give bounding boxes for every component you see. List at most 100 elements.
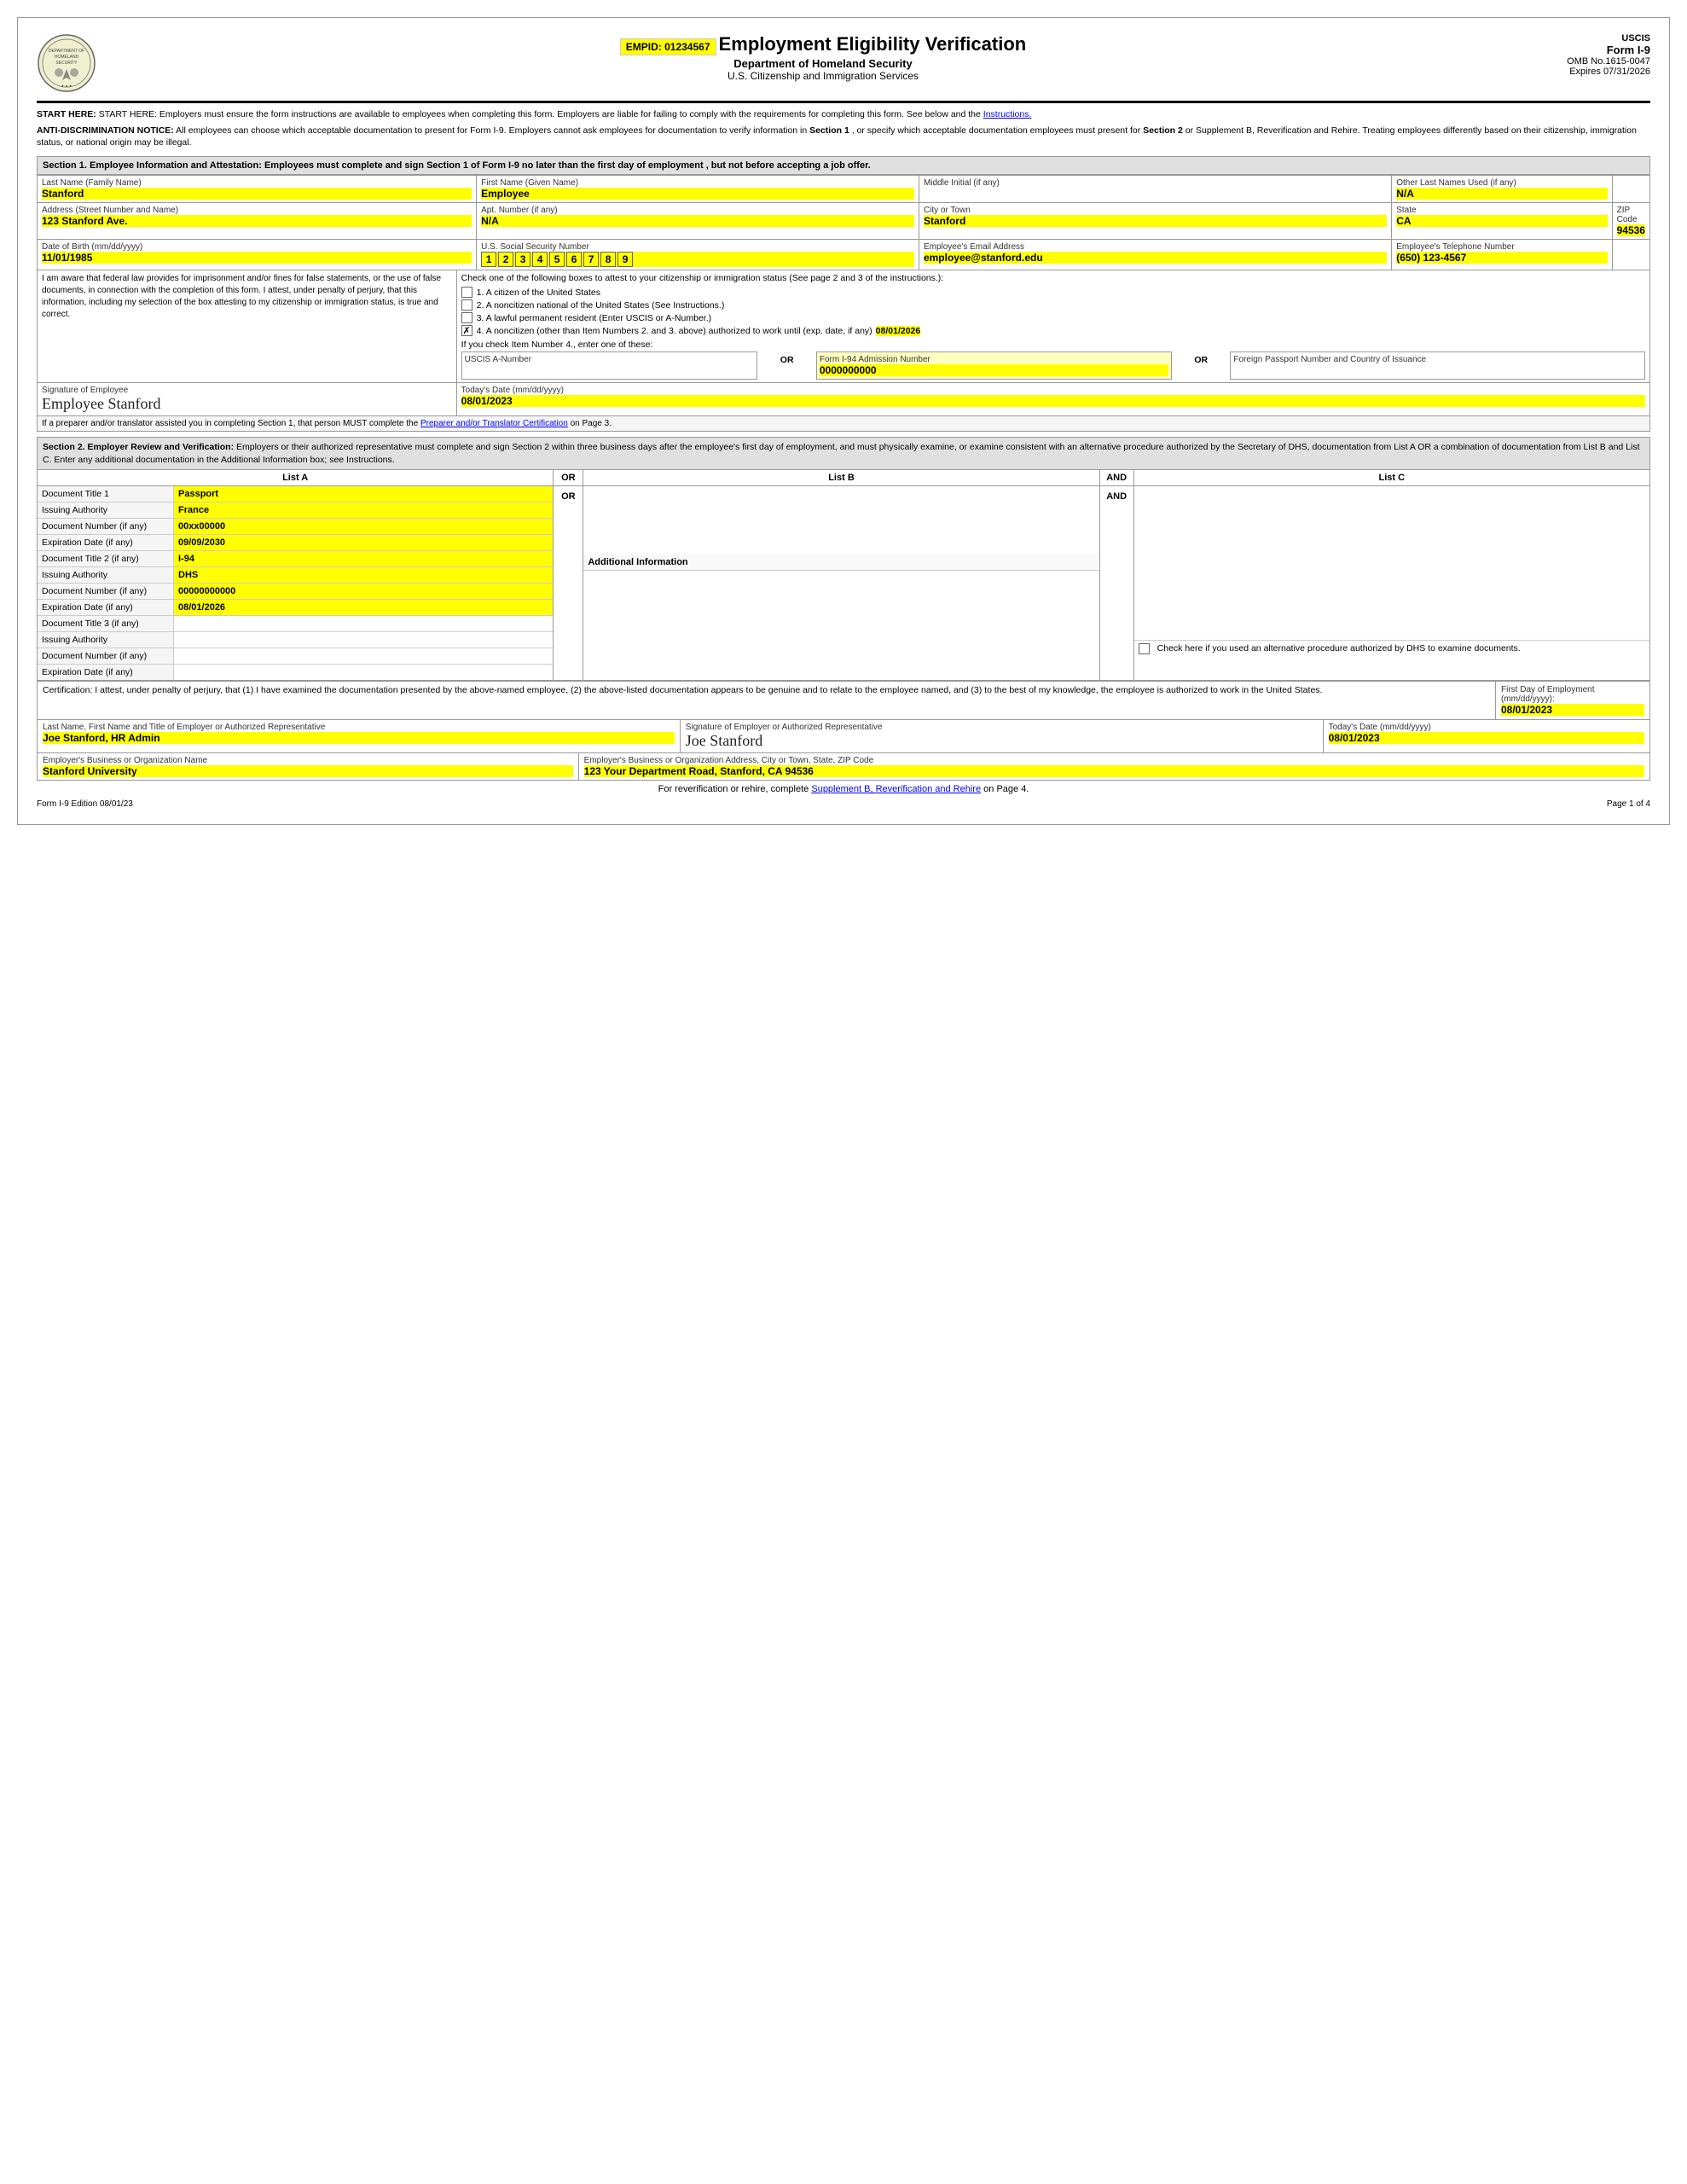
ssn-digit-5: 5 — [549, 252, 565, 267]
doc2-expiry-value: 08/01/2026 — [174, 600, 553, 615]
alt-procedure-checkbox[interactable] — [1139, 643, 1150, 654]
or-vertical-divider: OR — [554, 486, 583, 680]
last-name-value: Stanford — [42, 188, 472, 200]
doc3-issuing-row: Issuing Authority — [38, 632, 553, 648]
last-name-label: Last Name (Family Name) — [42, 178, 472, 188]
form-i9-page: DEPARTMENT OF HOMELAND SECURITY ★ ★ ★ EM… — [17, 17, 1670, 825]
doc3-expiry-value — [174, 665, 553, 680]
ssn-digit-9: 9 — [617, 252, 633, 267]
doc3-expiry-label: Expiration Date (if any) — [38, 665, 174, 680]
instructions-link[interactable]: Instructions. — [983, 109, 1032, 119]
doc2-number-value: 00000000000 — [174, 584, 553, 599]
passport-label: Foreign Passport Number and Country of I… — [1233, 355, 1642, 364]
checkbox4-date: 08/01/2026 — [876, 326, 921, 336]
employer-date-cell: Today's Date (mm/dd/yyyy) 08/01/2023 — [1324, 720, 1649, 752]
doc2-title-value: I-94 — [174, 551, 553, 566]
zip-value: 94536 — [1617, 224, 1645, 236]
checkbox-1[interactable] — [461, 287, 472, 298]
doc3-issuing-value — [174, 632, 553, 648]
dept-name: Department of Homeland Security — [107, 57, 1539, 70]
doc2-expiry-row: Expiration Date (if any) 08/01/2026 — [38, 600, 553, 616]
doc1-number-label: Document Number (if any) — [38, 519, 174, 534]
doc1-expiry-value: 09/09/2030 — [174, 535, 553, 550]
doc2-expiry-label: Expiration Date (if any) — [38, 600, 174, 615]
checkbox-row-3: 3. A lawful permanent resident (Enter US… — [461, 312, 1645, 323]
checkboxes-cell: Check one of the following boxes to atte… — [456, 270, 1649, 383]
doc3-number-value — [174, 648, 553, 664]
or-header: OR — [554, 470, 583, 485]
city-label: City or Town — [924, 206, 1387, 215]
header-right: USCIS Form I-9 OMB No.1615-0047 Expires … — [1539, 33, 1650, 77]
org-name-cell: Employer's Business or Organization Name… — [38, 753, 579, 780]
employer-name-cell: Last Name, First Name and Title of Emplo… — [38, 720, 681, 752]
svg-text:DEPARTMENT OF: DEPARTMENT OF — [49, 49, 84, 54]
first-day-value: 08/01/2023 — [1501, 704, 1644, 716]
email-value: employee@stanford.edu — [924, 252, 1387, 264]
checkbox-2[interactable] — [461, 299, 472, 311]
ssn-digit-7: 7 — [583, 252, 599, 267]
checkbox-row-4: ✗ 4. A noncitizen (other than Item Numbe… — [461, 325, 1645, 336]
and-header: AND — [1100, 470, 1134, 485]
ssn-digit-8: 8 — [600, 252, 616, 267]
doc1-number-row: Document Number (if any) 00xx00000 — [38, 519, 553, 535]
doc1-issuing-label: Issuing Authority — [38, 502, 174, 518]
doc1-expiry-row: Expiration Date (if any) 09/09/2030 — [38, 535, 553, 551]
employer-sig-cell: Signature of Employer or Authorized Repr… — [681, 720, 1324, 752]
doc2-title-row: Document Title 2 (if any) I-94 — [38, 551, 553, 567]
empid-badge: EMPID: 01234567 Employment Eligibility V… — [107, 33, 1539, 57]
doc1-expiry-label: Expiration Date (if any) — [38, 535, 174, 550]
employer-name-value: Joe Stanford, HR Admin — [43, 732, 675, 744]
doc2-number-label: Document Number (if any) — [38, 584, 174, 599]
other-names-value: N/A — [1396, 188, 1607, 200]
ssn-digit-3: 3 — [515, 252, 530, 267]
or2-divider: OR — [1172, 352, 1231, 380]
middle-initial-value — [924, 188, 1387, 200]
first-name-label: First Name (Given Name) — [481, 178, 914, 188]
ssn-boxes: 1 2 3 4 5 6 7 8 9 — [481, 252, 914, 267]
first-day-label: First Day of Employment (mm/dd/yyyy): — [1501, 685, 1644, 704]
list-headers-row: List A OR List B AND List C — [37, 470, 1650, 486]
uscis-label: USCIS A-Number — [465, 355, 755, 364]
ssn-digit-4: 4 — [532, 252, 548, 267]
form94-value: 0000000000 — [820, 364, 1168, 376]
sub-fields-table: USCIS A-Number OR Form I-94 Admission Nu… — [461, 351, 1645, 380]
cert-text: Certification: I attest, under penalty o… — [38, 682, 1496, 719]
state-value: CA — [1396, 215, 1607, 227]
anti-disc-notice: ANTI-DISCRIMINATION NOTICE: All employee… — [37, 125, 1650, 149]
form-header: DEPARTMENT OF HOMELAND SECURITY ★ ★ ★ EM… — [37, 33, 1650, 103]
doc3-title-row: Document Title 3 (if any) — [38, 616, 553, 632]
zip-label: ZIP Code — [1617, 206, 1645, 224]
doc3-issuing-label: Issuing Authority — [38, 632, 174, 648]
preparer-link[interactable]: Preparer and/or Translator Certification — [420, 419, 568, 428]
employee-signature: Employee Stanford — [42, 395, 452, 413]
cert-right: First Day of Employment (mm/dd/yyyy): 08… — [1496, 682, 1649, 719]
doc1-number-value: 00xx00000 — [174, 519, 553, 534]
attestation-row: I am aware that federal law provides for… — [37, 270, 1650, 432]
rehire-link[interactable]: Supplement B, Reverification and Rehire — [811, 784, 981, 794]
address-value: 123 Stanford Ave. — [42, 215, 472, 227]
ssn-label: U.S. Social Security Number — [481, 242, 914, 252]
if-check4-label: If you check Item Number 4., enter one o… — [461, 340, 1645, 350]
uscis-label: USCIS — [1539, 33, 1650, 44]
and-vertical-divider: AND — [1100, 486, 1134, 680]
doc3-expiry-row: Expiration Date (if any) — [38, 665, 553, 680]
org-row: Employer's Business or Organization Name… — [37, 753, 1650, 781]
alt-procedure-row: Check here if you used an alternative pr… — [1134, 640, 1649, 657]
additional-info-label: Additional Information — [583, 555, 1099, 571]
doc3-title-label: Document Title 3 (if any) — [38, 616, 174, 631]
dob-label: Date of Birth (mm/dd/yyyy) — [42, 242, 472, 252]
svg-text:★ ★ ★: ★ ★ ★ — [61, 84, 72, 88]
org-name-value: Stanford University — [43, 765, 573, 777]
expires-date: Expires 07/31/2026 — [1539, 67, 1650, 77]
section1-names-row: Last Name (Family Name) Stanford First N… — [37, 175, 1650, 270]
doc-rows-container: Document Title 1 Passport Issuing Author… — [37, 486, 1650, 681]
date-cell: Today's Date (mm/dd/yyyy) 08/01/2023 — [456, 383, 1649, 416]
state-label: State — [1396, 206, 1607, 215]
phone-value: (650) 123-4567 — [1396, 252, 1607, 264]
checkbox-3[interactable] — [461, 312, 472, 323]
list-b-docs: Additional Information — [583, 486, 1099, 680]
checkbox-4[interactable]: ✗ — [461, 325, 472, 336]
employer-date-value: 08/01/2023 — [1329, 732, 1644, 744]
apt-label: Apt. Number (if any) — [481, 206, 914, 215]
city-value: Stanford — [924, 215, 1387, 227]
